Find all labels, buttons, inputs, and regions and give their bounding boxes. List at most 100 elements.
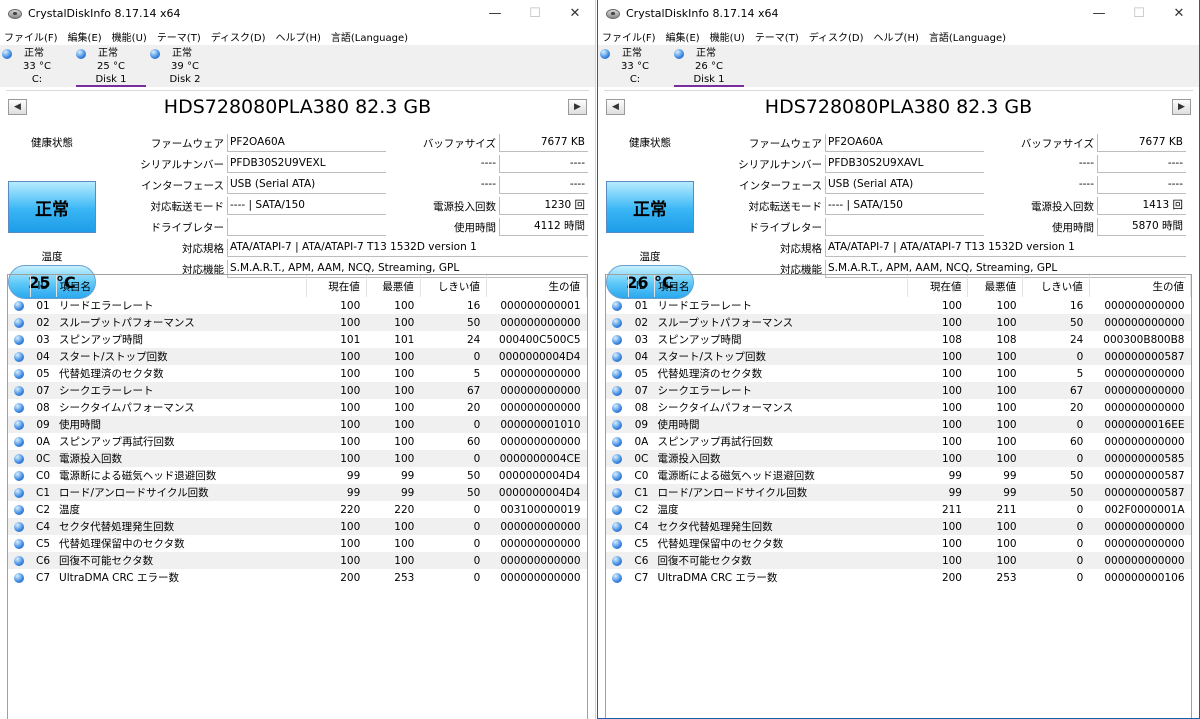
table-row[interactable]: 03 スピンアップ時間 101 101 24 000400C500C5 [8, 331, 587, 348]
table-row[interactable]: 01 リードエラーレート 100 100 16 000000000001 [8, 297, 587, 314]
attr-id: C1 [30, 484, 57, 501]
table-row[interactable]: 03 スピンアップ時間 108 108 24 000300B800B8 [606, 331, 1191, 348]
table-row[interactable]: C4 セクタ代替処理発生回数 100 100 0 000000000000 [606, 518, 1191, 535]
table-row[interactable]: C1 ロード/アンロードサイクル回数 99 99 50 0000000004D4 [8, 484, 587, 501]
table-row[interactable]: C4 セクタ代替処理発生回数 100 100 0 000000000000 [8, 518, 587, 535]
maximize-button[interactable]: ☐ [515, 0, 555, 27]
health-status-button[interactable]: 正常 [8, 181, 96, 233]
attr-current: 100 [306, 518, 367, 535]
menu-item[interactable]: 編集(E) [666, 29, 700, 44]
disk-tab[interactable]: 正常 25 °C Disk 1 [74, 45, 148, 87]
table-row[interactable]: 02 スループットパフォーマンス 100 100 50 000000000000 [8, 314, 587, 331]
menu-item[interactable]: テーマ(T) [157, 29, 201, 44]
table-row[interactable]: 09 使用時間 100 100 0 000000001010 [8, 416, 587, 433]
table-row[interactable]: 0A スピンアップ再試行回数 100 100 60 000000000000 [606, 433, 1191, 450]
table-row[interactable]: 09 使用時間 100 100 0 0000000016EE [606, 416, 1191, 433]
table-row[interactable]: 05 代替処理済のセクタ数 100 100 5 000000000000 [606, 365, 1191, 382]
col-header-worst[interactable]: 最悪値 [366, 275, 421, 297]
table-row[interactable]: 0A スピンアップ再試行回数 100 100 60 000000000000 [8, 433, 587, 450]
menu-item[interactable]: ファイル(F) [602, 29, 656, 44]
attr-name: 電源投入回数 [56, 450, 307, 467]
title-bar[interactable]: CrystalDiskInfo 8.17.14 x64 — ☐ ✕ [0, 0, 595, 27]
menu-item[interactable]: ディスク(D) [211, 29, 266, 44]
attr-raw: 000300B800B8 [1103, 333, 1185, 346]
table-row[interactable]: C5 代替処理保留中のセクタ数 100 100 0 000000000000 [606, 535, 1191, 552]
attr-threshold: 0 [1022, 518, 1090, 535]
menu-item[interactable]: 機能(U) [710, 29, 745, 44]
menu-item[interactable]: ファイル(F) [4, 29, 58, 44]
minimize-button[interactable]: — [1079, 0, 1119, 27]
table-row[interactable]: 05 代替処理済のセクタ数 100 100 5 000000000000 [8, 365, 587, 382]
table-row[interactable]: 04 スタート/ストップ回数 100 100 0 000000000587 [606, 348, 1191, 365]
table-row[interactable]: C2 温度 211 211 0 002F0000001A [606, 501, 1191, 518]
disk-tab[interactable]: 正常 39 °C Disk 2 [148, 45, 222, 87]
disk-tab-name: C: [629, 74, 641, 85]
maximize-button[interactable]: ☐ [1119, 0, 1159, 27]
col-header-id[interactable]: ID [30, 275, 57, 297]
table-row[interactable]: 0C 電源投入回数 100 100 0 000000000585 [606, 450, 1191, 467]
close-button[interactable]: ✕ [555, 0, 595, 27]
col-header-status[interactable] [8, 275, 31, 297]
attr-name: シークエラーレート [56, 382, 307, 399]
col-header-status[interactable] [606, 275, 629, 297]
disk-tab[interactable]: 正常 33 °C C: [598, 45, 672, 87]
previous-disk-button[interactable]: ◀ [606, 99, 625, 115]
disk-tab[interactable]: 正常 33 °C C: [0, 45, 74, 87]
table-row[interactable]: 08 シークタイムパフォーマンス 100 100 20 000000000000 [606, 399, 1191, 416]
close-button[interactable]: ✕ [1159, 0, 1199, 27]
window-title: CrystalDiskInfo 8.17.14 x64 [626, 7, 779, 20]
col-header-name[interactable]: 項目名 [654, 275, 908, 297]
table-row[interactable]: 01 リードエラーレート 100 100 16 000000000000 [606, 297, 1191, 314]
attr-id: C0 [36, 469, 51, 482]
col-header-name[interactable]: 項目名 [56, 275, 307, 297]
table-row[interactable]: C6 回復不可能セクタ数 100 100 0 000000000000 [8, 552, 587, 569]
table-row[interactable]: 07 シークエラーレート 100 100 67 000000000000 [8, 382, 587, 399]
next-disk-button[interactable]: ▶ [1172, 99, 1191, 115]
table-row[interactable]: 04 スタート/ストップ回数 100 100 0 0000000004D4 [8, 348, 587, 365]
disk-tab[interactable]: 正常 26 °C Disk 1 [672, 45, 746, 87]
table-row[interactable]: C7 UltraDMA CRC エラー数 200 253 0 000000000106 [606, 569, 1191, 586]
col-header-raw[interactable]: 生の値 [1089, 275, 1192, 297]
table-row[interactable]: 0C 電源投入回数 100 100 0 0000000004CE [8, 450, 587, 467]
title-bar[interactable]: CrystalDiskInfo 8.17.14 x64 — ☐ ✕ [598, 0, 1199, 27]
menu-item[interactable]: ヘルプ(H) [276, 29, 321, 44]
status-ball-icon [612, 572, 623, 583]
col-header-worst[interactable]: 最悪値 [967, 275, 1024, 297]
attr-id: 04 [628, 348, 655, 365]
menu-item[interactable]: 編集(E) [68, 29, 102, 44]
table-row[interactable]: 08 シークタイムパフォーマンス 100 100 20 000000000000 [8, 399, 587, 416]
table-row[interactable]: C1 ロード/アンロードサイクル回数 99 99 50 000000000587 [606, 484, 1191, 501]
previous-disk-button[interactable]: ◀ [8, 99, 27, 115]
col-header-current[interactable]: 現在値 [907, 275, 969, 297]
health-ball-icon [2, 49, 12, 59]
col-header-threshold[interactable]: しきい値 [420, 275, 487, 297]
next-disk-button[interactable]: ▶ [568, 99, 587, 115]
menu-item[interactable]: 機能(U) [112, 29, 147, 44]
table-row[interactable]: C0 電源断による磁気ヘッド退避回数 99 99 50 000000000587 [606, 467, 1191, 484]
table-row[interactable]: C2 温度 220 220 0 003100000019 [8, 501, 587, 518]
table-row[interactable]: C5 代替処理保留中のセクタ数 100 100 0 000000000000 [8, 535, 587, 552]
table-row[interactable]: 07 シークエラーレート 100 100 67 000000000000 [606, 382, 1191, 399]
health-status-button[interactable]: 正常 [606, 181, 694, 233]
table-row[interactable]: C6 回復不可能セクタ数 100 100 0 000000000000 [606, 552, 1191, 569]
col-header-raw[interactable]: 生の値 [486, 275, 588, 297]
buffer-size-label: バッファサイズ [1020, 138, 1094, 150]
menu-item[interactable]: ディスク(D) [809, 29, 864, 44]
minimize-button[interactable]: — [475, 0, 515, 27]
blank-value-2: ---- [499, 176, 588, 194]
menu-item[interactable]: ヘルプ(H) [874, 29, 919, 44]
table-row[interactable]: C7 UltraDMA CRC エラー数 200 253 0 000000000000 [8, 569, 587, 586]
menu-item[interactable]: 言語(Language) [929, 29, 1006, 44]
attr-name: 電源断による磁気ヘッド退避回数 [657, 470, 815, 482]
table-row[interactable]: C0 電源断による磁気ヘッド退避回数 99 99 50 0000000004D4 [8, 467, 587, 484]
attr-threshold: 0 [420, 518, 487, 535]
menu-item[interactable]: テーマ(T) [755, 29, 799, 44]
col-header-threshold[interactable]: しきい値 [1022, 275, 1090, 297]
attr-name: スループットパフォーマンス [56, 314, 307, 331]
attr-name: 電源断による磁気ヘッド退避回数 [59, 470, 217, 482]
menu-item[interactable]: 言語(Language) [331, 29, 408, 44]
col-header-current[interactable]: 現在値 [306, 275, 367, 297]
table-row[interactable]: 02 スループットパフォーマンス 100 100 50 000000000000 [606, 314, 1191, 331]
col-header-id[interactable]: ID [628, 275, 656, 297]
attr-threshold: 0 [1022, 552, 1090, 569]
